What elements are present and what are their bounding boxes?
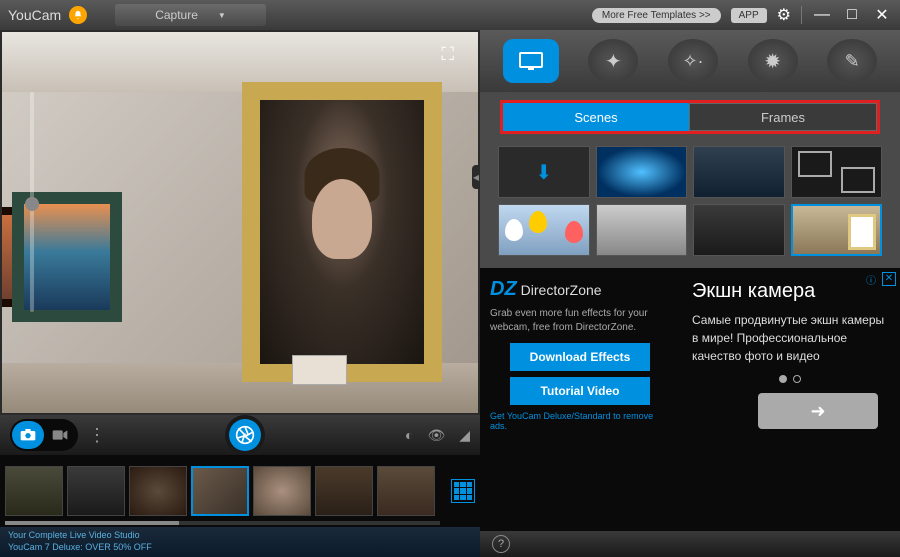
thumbnail-item[interactable] [315, 466, 373, 516]
grid-view-button[interactable] [451, 479, 475, 503]
ad-description: Grab even more fun effects for your webc… [490, 307, 670, 335]
ad-dot[interactable] [779, 375, 787, 383]
scene-item[interactable] [791, 146, 883, 198]
thumbnail-strip [0, 455, 480, 527]
ad-pager [692, 375, 888, 383]
ad-next-button[interactable]: ➜ [758, 393, 878, 429]
help-bar: ? [480, 531, 900, 557]
particles-category-tab[interactable]: ✦ [588, 39, 638, 83]
dz-logo-icon: DZ [490, 278, 517, 301]
ad-dot[interactable] [793, 375, 801, 383]
promo-banner[interactable]: Your Complete Live Video Studio YouCam 7… [0, 527, 480, 557]
help-icon[interactable]: ? [492, 535, 510, 553]
directorzone-ad: DZ DirectorZone Grab even more fun effec… [480, 268, 680, 531]
scene-item[interactable] [596, 146, 688, 198]
minimize-button[interactable]: — [812, 6, 832, 24]
ad-info-icon[interactable]: ⓘ [864, 272, 878, 286]
thumbnail-item[interactable] [129, 466, 187, 516]
effect-category-tabs: ✦ ✧· ✹ ✎ [480, 30, 900, 92]
distortion-category-tab[interactable]: ✹ [748, 39, 798, 83]
promo-line2: YouCam 7 Deluxe: OVER 50% OFF [8, 541, 472, 553]
download-icon: ⬇ [535, 160, 552, 185]
settings-icon[interactable]: ⚙ [777, 5, 791, 25]
notification-badge[interactable] [69, 6, 87, 24]
thumbnail-scrollbar[interactable] [5, 521, 440, 525]
filters-category-tab[interactable]: ✧· [668, 39, 718, 83]
dz-brand: DirectorZone [521, 282, 602, 298]
divider [801, 6, 802, 24]
thumbnail-item[interactable] [253, 466, 311, 516]
thumbnail-item[interactable] [377, 466, 435, 516]
scene-item[interactable] [498, 204, 590, 256]
capture-dropdown[interactable]: Capture [115, 4, 266, 26]
scene-item[interactable] [596, 204, 688, 256]
ads-section: DZ DirectorZone Grab even more fun effec… [480, 268, 900, 531]
splat-icon: ✹ [764, 49, 781, 74]
remove-ads-link[interactable]: Get YouCam Deluxe/Standard to remove ads… [490, 411, 670, 431]
face-beauty-icon[interactable]: ◐ [405, 427, 413, 443]
frames-tab[interactable]: Frames [689, 103, 877, 131]
mode-toggle [10, 419, 78, 451]
control-bar: ⋮ ◐ 👁 ◢ [0, 415, 480, 455]
bell-icon [73, 10, 83, 20]
promo-line1: Your Complete Live Video Studio [8, 529, 472, 541]
fullscreen-icon[interactable]: ⛶ [441, 44, 454, 65]
thumbnail-item[interactable] [5, 466, 63, 516]
title-bar: YouCam Capture [0, 0, 480, 30]
eraser-icon[interactable]: ◢ [459, 427, 470, 444]
scenes-tab[interactable]: Scenes [503, 103, 689, 131]
video-icon [52, 429, 68, 441]
download-effects-button[interactable]: Download Effects [510, 343, 650, 371]
video-mode-button[interactable] [44, 421, 76, 449]
maximize-button[interactable]: □ [842, 6, 862, 24]
scene-overlay [2, 32, 478, 413]
thumbnail-item[interactable] [191, 466, 249, 516]
aperture-icon [235, 425, 255, 445]
scene-item[interactable] [693, 204, 785, 256]
close-button[interactable]: ✕ [872, 5, 892, 25]
shutter-button[interactable] [225, 415, 265, 455]
pencil-icon: ✎ [845, 51, 860, 72]
external-ad[interactable]: ⓘ ✕ Экшн камера Самые продвинутые экшн к… [680, 268, 900, 531]
camera-icon [20, 429, 36, 441]
wand-icon: ✧· [682, 51, 703, 72]
sub-tabs-highlighted: Scenes Frames [500, 100, 880, 134]
more-templates-button[interactable]: More Free Templates >> [592, 8, 721, 23]
scene-item[interactable] [791, 204, 883, 256]
monitor-icon [518, 51, 544, 71]
right-title-bar: More Free Templates >> APP ⚙ — □ ✕ [480, 0, 900, 30]
scene-item[interactable] [693, 146, 785, 198]
webcam-preview: ⛶ [2, 32, 478, 413]
ad-headline: Экшн камера [692, 280, 888, 303]
capture-label: Capture [155, 8, 198, 22]
download-more-scenes[interactable]: ⬇ [498, 146, 590, 198]
tutorial-video-button[interactable]: Tutorial Video [510, 377, 650, 405]
more-options-icon[interactable]: ⋮ [88, 425, 104, 446]
ad-close-icon[interactable]: ✕ [882, 272, 896, 286]
panel-collapse-handle[interactable]: ◀ [472, 165, 480, 189]
app-badge-button[interactable]: APP [731, 8, 767, 23]
app-title: YouCam [8, 7, 61, 23]
photo-mode-button[interactable] [12, 421, 44, 449]
scenes-category-tab[interactable] [503, 39, 559, 83]
zoom-slider-thumb[interactable] [25, 197, 39, 211]
eye-icon[interactable]: 👁 [427, 427, 445, 444]
ad-body: Самые продвинутые экшн камеры в мире! Пр… [692, 311, 888, 365]
sparkle-icon: ✦ [605, 49, 622, 74]
draw-category-tab[interactable]: ✎ [827, 39, 877, 83]
thumbnail-item[interactable] [67, 466, 125, 516]
scene-grid: ⬇ [480, 142, 900, 260]
